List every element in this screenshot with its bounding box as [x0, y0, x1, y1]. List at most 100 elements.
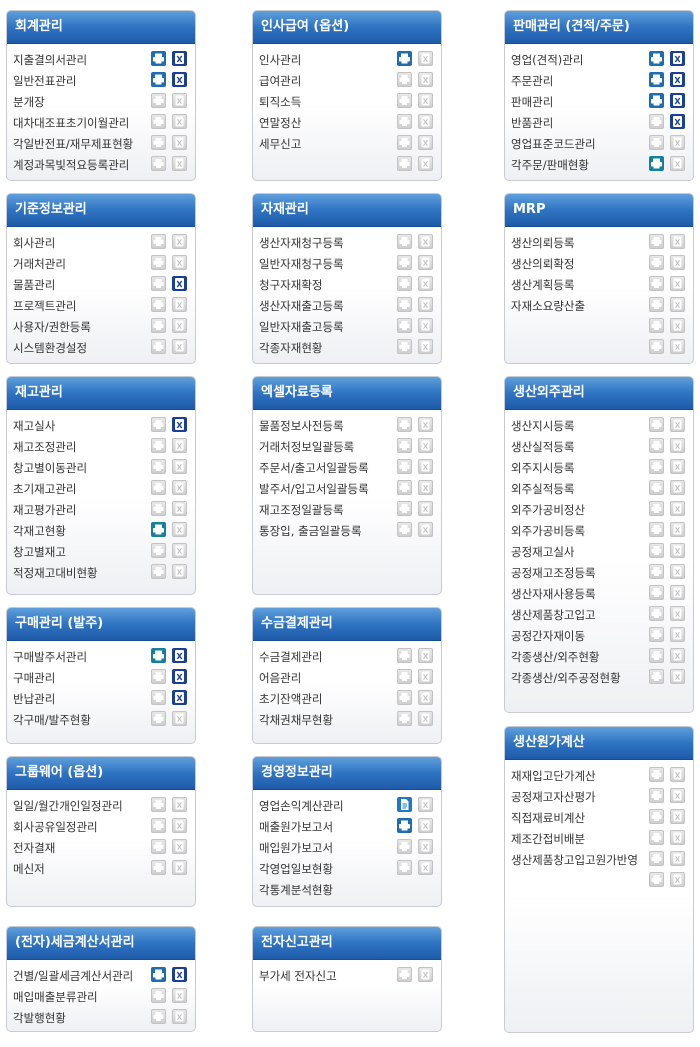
menu-item-link[interactable]: 발주서/입고서일괄등록 — [259, 481, 369, 497]
menu-item-link[interactable]: 물품정보사전등록 — [259, 418, 344, 434]
panel-title[interactable]: 그룹웨어 (옵션) — [7, 757, 195, 790]
excel-icon[interactable] — [172, 690, 187, 705]
excel-icon[interactable] — [172, 669, 187, 684]
menu-item-link[interactable]: 공정간자재이동 — [511, 628, 585, 644]
menu-item-link[interactable]: 거래처정보일괄등록 — [259, 439, 354, 455]
menu-item-link[interactable]: 건별/일괄세금계산서관리 — [13, 968, 133, 984]
menu-item-link[interactable]: 각재고현황 — [13, 523, 66, 539]
menu-item-link[interactable]: 구매관리 — [13, 670, 55, 686]
panel-title[interactable]: 생산외주관리 — [505, 377, 693, 410]
menu-item-link[interactable]: 급여관리 — [259, 73, 301, 89]
menu-item-link[interactable]: 생산자재사용등록 — [511, 586, 596, 602]
panel-title[interactable]: 경영정보관리 — [253, 757, 441, 790]
menu-item-link[interactable]: 물품관리 — [13, 277, 55, 293]
excel-icon[interactable] — [172, 967, 187, 982]
menu-item-link[interactable]: 사용자/권한등록 — [13, 319, 91, 335]
menu-item-link[interactable]: 회사공유일정관리 — [13, 819, 98, 835]
menu-item-link[interactable]: 외주가공비정산 — [511, 502, 585, 518]
print-icon[interactable] — [151, 51, 166, 66]
menu-item-link[interactable]: 주문서/출고서일괄등록 — [259, 460, 369, 476]
panel-title[interactable]: (전자)세금계산서관리 — [7, 927, 195, 960]
menu-item-link[interactable]: 외주실적등록 — [511, 481, 574, 497]
excel-icon[interactable] — [670, 93, 685, 108]
menu-item-link[interactable]: 일반전표관리 — [13, 73, 76, 89]
menu-item-link[interactable]: 판매관리 — [511, 94, 553, 110]
menu-item-link[interactable]: 어음관리 — [259, 670, 301, 686]
menu-item-link[interactable]: 각통계분석현황 — [259, 882, 333, 898]
menu-item-link[interactable]: 자재소요량산출 — [511, 298, 585, 314]
menu-item-link[interactable]: 공정재고조정등록 — [511, 565, 596, 581]
menu-item-link[interactable]: 각주문/판매현황 — [511, 157, 589, 173]
menu-item-link[interactable]: 회사관리 — [13, 235, 55, 251]
menu-item-link[interactable]: 대차대조표초기이월관리 — [13, 115, 129, 131]
menu-item-link[interactable]: 시스템환경설정 — [13, 340, 87, 356]
menu-item-link[interactable]: 각종자재현황 — [259, 340, 322, 356]
menu-item-link[interactable]: 재고조정일괄등록 — [259, 502, 344, 518]
panel-title[interactable]: 수금결제관리 — [253, 608, 441, 641]
menu-item-link[interactable]: 메신저 — [13, 861, 45, 877]
menu-item-link[interactable]: 각발행현황 — [13, 1010, 66, 1026]
menu-item-link[interactable]: 각일반전표/재무제표현황 — [13, 136, 133, 152]
print-icon[interactable] — [649, 72, 664, 87]
menu-item-link[interactable]: 거래처관리 — [13, 256, 66, 272]
menu-item-link[interactable]: 적정재고대비현황 — [13, 565, 98, 581]
panel-title[interactable]: 전자신고관리 — [253, 927, 441, 960]
excel-icon[interactable] — [172, 648, 187, 663]
menu-item-link[interactable]: 재고실사 — [13, 418, 55, 434]
menu-item-link[interactable]: 반납관리 — [13, 691, 55, 707]
menu-item-link[interactable]: 매입원가보고서 — [259, 840, 333, 856]
menu-item-link[interactable]: 부가세 전자신고 — [259, 968, 337, 984]
menu-item-link[interactable]: 지출결의서관리 — [13, 52, 87, 68]
menu-item-link[interactable]: 일반자재출고등록 — [259, 319, 344, 335]
panel-title[interactable]: MRP — [505, 194, 693, 227]
menu-item-link[interactable]: 매입매출분류관리 — [13, 989, 98, 1005]
excel-icon[interactable] — [670, 72, 685, 87]
menu-item-link[interactable]: 생산제품창고입고 — [511, 607, 596, 623]
print-icon[interactable] — [151, 967, 166, 982]
panel-title[interactable]: 회계관리 — [7, 11, 195, 44]
print-icon[interactable] — [397, 818, 412, 833]
menu-item-link[interactable]: 수금결제관리 — [259, 649, 322, 665]
excel-icon[interactable] — [670, 51, 685, 66]
menu-item-link[interactable]: 프로젝트관리 — [13, 298, 76, 314]
menu-item-link[interactable]: 재고평가관리 — [13, 502, 76, 518]
excel-icon[interactable] — [172, 51, 187, 66]
menu-item-link[interactable]: 분개장 — [13, 94, 45, 110]
print-icon[interactable] — [151, 648, 166, 663]
menu-item-link[interactable]: 매출원가보고서 — [259, 819, 333, 835]
menu-item-link[interactable]: 창고별이동관리 — [13, 460, 87, 476]
menu-item-link[interactable]: 생산의뢰등록 — [511, 235, 574, 251]
menu-item-link[interactable]: 생산계획등록 — [511, 277, 574, 293]
print-icon[interactable] — [649, 93, 664, 108]
panel-title[interactable]: 인사급여 (옵션) — [253, 11, 441, 44]
menu-item-link[interactable]: 외주지시등록 — [511, 460, 574, 476]
menu-item-link[interactable]: 초기잔액관리 — [259, 691, 322, 707]
menu-item-link[interactable]: 청구자재확정 — [259, 277, 322, 293]
print-icon[interactable] — [649, 51, 664, 66]
menu-item-link[interactable]: 생산자재청구등록 — [259, 235, 344, 251]
excel-icon[interactable] — [172, 417, 187, 432]
menu-item-link[interactable]: 외주가공비등록 — [511, 523, 585, 539]
menu-item-link[interactable]: 인사관리 — [259, 52, 301, 68]
excel-icon[interactable] — [172, 72, 187, 87]
menu-item-link[interactable]: 생산자재출고등록 — [259, 298, 344, 314]
menu-item-link[interactable]: 생산실적등록 — [511, 439, 574, 455]
print-icon[interactable] — [151, 522, 166, 537]
excel-icon[interactable] — [670, 114, 685, 129]
menu-item-link[interactable]: 연말정산 — [259, 115, 301, 131]
panel-title[interactable]: 자재관리 — [253, 194, 441, 227]
menu-item-link[interactable]: 제조간접비배분 — [511, 831, 585, 847]
menu-item-link[interactable]: 초기재고관리 — [13, 481, 76, 497]
menu-item-link[interactable]: 공정재고자산평가 — [511, 789, 596, 805]
menu-item-link[interactable]: 각종생산/외주현황 — [511, 649, 600, 665]
menu-item-link[interactable]: 세무신고 — [259, 136, 301, 152]
menu-item-link[interactable]: 각채권채무현황 — [259, 712, 333, 728]
panel-title[interactable]: 엑셀자료등록 — [253, 377, 441, 410]
menu-item-link[interactable]: 각종생산/외주공정현황 — [511, 670, 621, 686]
menu-item-link[interactable]: 영업(견적)관리 — [511, 52, 583, 68]
menu-item-link[interactable]: 생산제품창고입고원가반영 — [511, 852, 638, 868]
menu-item-link[interactable]: 영업표준코드관리 — [511, 136, 596, 152]
print-icon[interactable] — [151, 72, 166, 87]
menu-item-link[interactable]: 전자결재 — [13, 840, 55, 856]
document-icon[interactable] — [397, 797, 412, 812]
